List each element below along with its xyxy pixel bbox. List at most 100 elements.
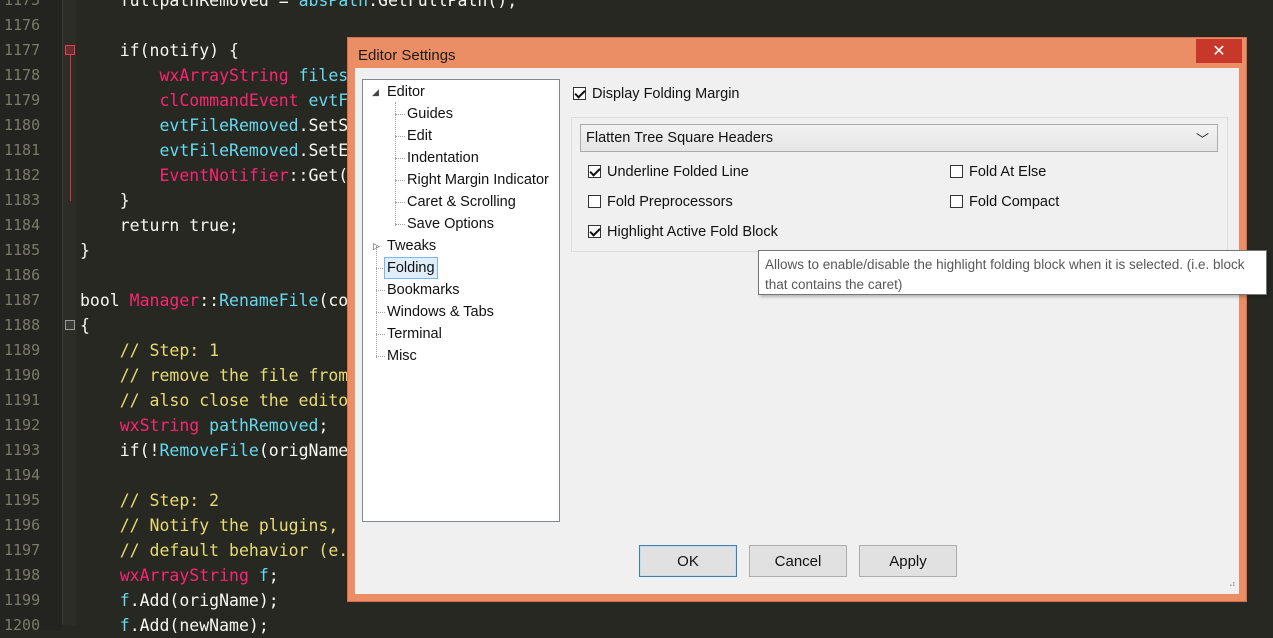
cancel-button[interactable]: Cancel [749,545,847,577]
fold-style-select[interactable]: Flatten Tree Square Headers ﹀ [580,124,1218,152]
code-line[interactable]: bool Manager::RenameFile(co [80,288,348,313]
editor-settings-dialog: Editor Settings ✕ ◢ Editor Guides Edit I… [347,37,1267,602]
code-line[interactable]: // remove the file from [80,363,348,388]
line-number: 1175 [4,0,41,9]
chevron-down-icon: ﹀ [1195,132,1209,147]
code-token: Manager [129,291,200,310]
fold-compact-label[interactable]: Fold Compact [969,194,1059,210]
fold-preprocessors-checkbox[interactable] [588,195,601,208]
fold-compact-checkbox[interactable] [950,195,963,208]
code-token: EventNotifier [159,166,289,185]
close-button[interactable]: ✕ [1196,39,1242,63]
tree-item-windows-tabs[interactable]: Windows & Tabs [387,302,494,322]
code-line[interactable]: EventNotifier::Get( [80,163,348,188]
line-number: 1190 [4,366,41,384]
code-line[interactable]: fullpathRemoved = absPath.GetFullPath(); [80,0,517,13]
code-token: files [298,66,349,85]
tree-line [376,246,377,358]
code-line[interactable]: evtFileRemoved.SetE [80,138,348,163]
tree-item-bookmarks[interactable]: Bookmarks [387,280,460,300]
tree-item-indentation[interactable]: Indentation [407,148,479,168]
line-number: 1191 [4,391,41,409]
code-token: // Step: 1 [119,341,220,360]
tree-item-save-options[interactable]: Save Options [407,214,494,234]
apply-button[interactable]: Apply [859,545,957,577]
dialog-title: Editor Settings [358,47,456,64]
code-line[interactable]: if(!RemoveFile(origName [80,438,349,463]
code-token: clCommandEvent [159,91,299,110]
code-line[interactable]: // Notify the plugins, [80,513,339,538]
display-folding-margin-checkbox[interactable] [573,87,586,100]
line-number: 1183 [4,191,41,209]
line-number: 1189 [4,341,41,359]
code-line[interactable]: wxArrayString f; [80,563,279,588]
code-token: pathRemoved [209,416,319,435]
line-number: 1194 [4,466,41,484]
display-folding-margin-label[interactable]: Display Folding Margin [592,86,739,102]
code-line[interactable]: clCommandEvent evtF [80,88,348,113]
code-token: RenameFile [219,291,319,310]
code-line[interactable]: // Step: 1 [80,338,219,363]
code-line[interactable]: f.Add(origName); [80,588,279,613]
code-token: f [258,566,269,585]
code-line[interactable]: evtFileRemoved.SetS [80,113,348,138]
fold-marker-icon[interactable] [65,45,75,55]
line-number: 1179 [4,91,41,109]
fold-marker-icon[interactable] [65,320,75,330]
tree-line [395,158,405,159]
code-line[interactable]: } [80,188,130,213]
tree-item-editor[interactable]: Editor [387,82,425,102]
code-line[interactable]: wxString pathRemoved; [80,413,329,438]
fold-preprocessors-label[interactable]: Fold Preprocessors [607,194,733,210]
code-line[interactable]: // default behavior (e. [80,538,348,563]
tree-item-terminal[interactable]: Terminal [387,324,442,344]
line-number: 1184 [4,216,41,234]
line-number: 1178 [4,66,41,84]
ok-button[interactable]: OK [639,545,737,577]
code-line[interactable]: if(notify) { [80,38,239,63]
code-token: evtF [308,91,349,110]
tree-item-edit[interactable]: Edit [407,126,432,146]
code-token: wxString [119,416,200,435]
line-number: 1197 [4,541,41,559]
fold-at-else-checkbox[interactable] [950,165,963,178]
code-line[interactable]: return true; [80,213,239,238]
collapsed-arrow-icon[interactable]: ▷ [373,241,380,252]
code-line[interactable]: wxArrayString files [80,63,348,88]
line-number: 1200 [4,616,41,634]
code-token: f [119,591,130,610]
tree-item-right-margin-indicator[interactable]: Right Margin Indicator [407,170,549,190]
fold-at-else-label[interactable]: Fold At Else [969,164,1046,180]
line-number: 1176 [4,16,41,34]
line-number: 1192 [4,416,41,434]
code-line[interactable]: // Step: 2 [80,488,219,513]
underline-folded-line-checkbox[interactable] [588,165,601,178]
tree-line [395,202,405,203]
expanded-arrow-icon[interactable]: ◢ [372,87,379,98]
tree-item-misc[interactable]: Misc [387,346,417,366]
code-token: RemoveFile [159,441,259,460]
resize-grip-icon[interactable]: ⠴ [1229,579,1236,590]
line-number: 1188 [4,316,41,334]
code-line[interactable]: } [80,238,90,263]
fold-margin[interactable] [62,0,76,625]
code-line[interactable]: f.Add(newName); [80,613,269,638]
settings-tree[interactable]: ◢ Editor Guides Edit Indentation Right M… [362,79,560,522]
code-line[interactable]: // also close the edito [80,388,348,413]
tree-line [395,224,405,225]
tree-item-folding[interactable]: Folding [384,257,438,279]
code-token: f [119,616,130,635]
underline-folded-line-label[interactable]: Underline Folded Line [607,164,749,180]
highlight-active-fold-block-label[interactable]: Highlight Active Fold Block [607,224,778,240]
line-number: 1198 [4,566,41,584]
line-number: 1193 [4,441,41,459]
tree-item-guides[interactable]: Guides [407,104,453,124]
tree-item-caret-scrolling[interactable]: Caret & Scrolling [407,192,516,212]
code-line[interactable]: { [80,313,90,338]
highlight-active-fold-block-checkbox[interactable] [588,225,601,238]
tree-line [376,334,385,335]
line-number: 1182 [4,166,41,184]
fold-style-value: Flatten Tree Square Headers [586,130,773,146]
tree-item-tweaks[interactable]: Tweaks [387,236,436,256]
code-token: // Notify the plugins, [119,516,339,535]
